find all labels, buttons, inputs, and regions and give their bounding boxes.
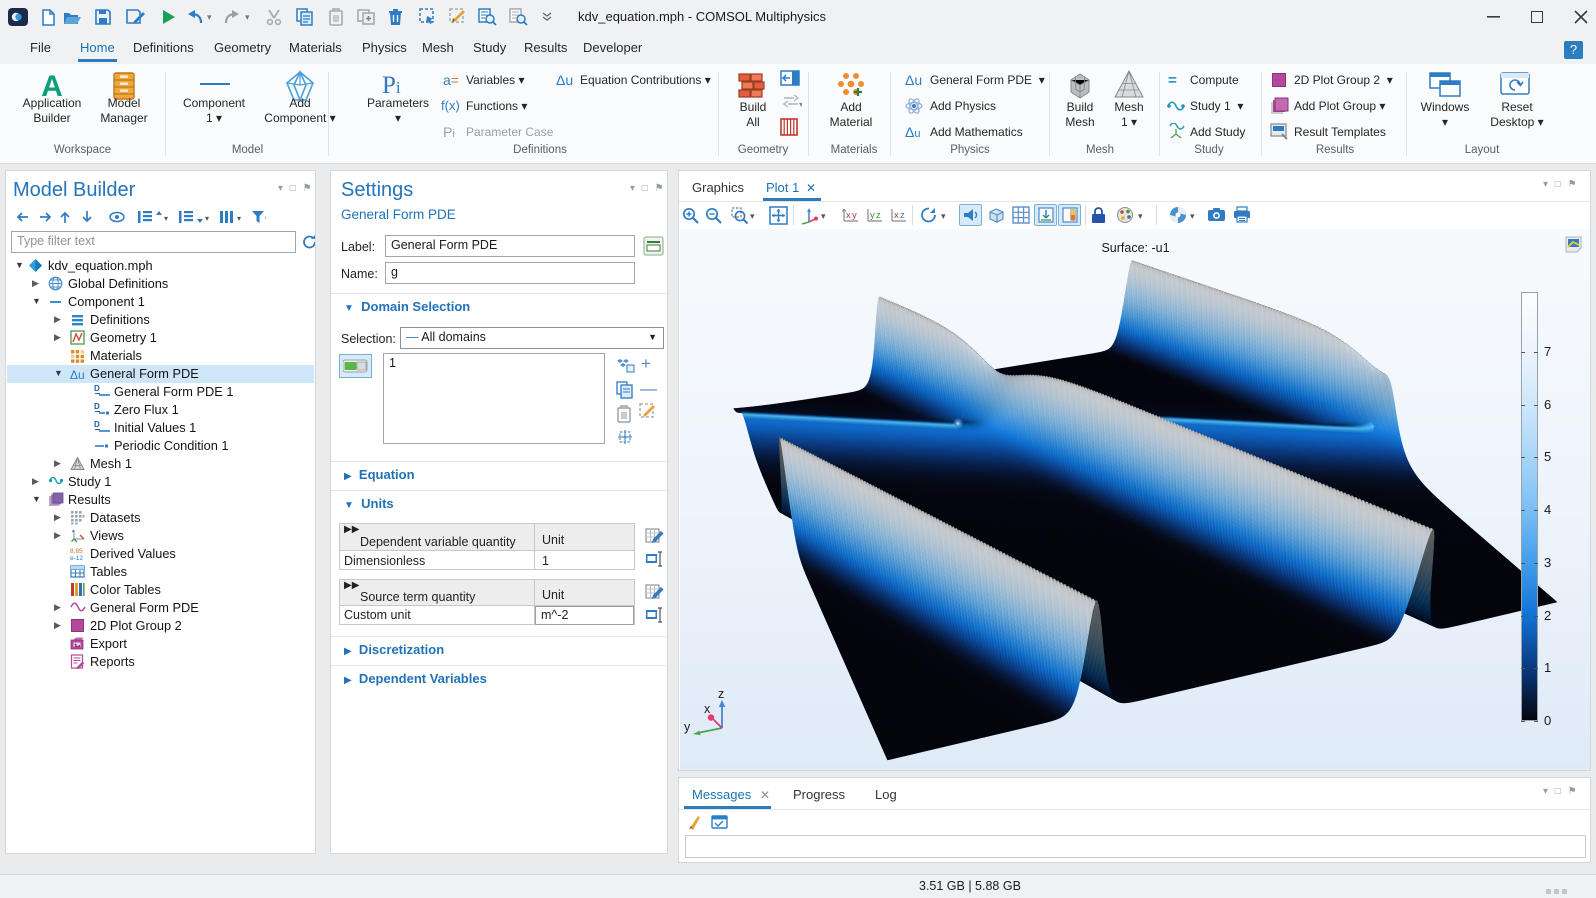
svg-text:▾: ▾ <box>205 214 209 223</box>
svg-text:8.85: 8.85 <box>70 548 83 555</box>
svg-text:y: y <box>870 210 875 221</box>
svg-text:y: y <box>684 720 691 734</box>
svg-text:x: x <box>704 702 711 716</box>
svg-text:▾: ▾ <box>237 214 241 223</box>
svg-text:D: D <box>94 384 100 393</box>
svg-text:x: x <box>894 210 899 221</box>
svg-text:z: z <box>876 210 881 221</box>
svg-text:D: D <box>94 402 100 411</box>
svg-text:z: z <box>900 210 905 221</box>
svg-text:▾: ▾ <box>265 214 266 223</box>
svg-text:▾: ▾ <box>799 100 802 108</box>
svg-text:▾: ▾ <box>164 214 168 223</box>
svg-text:y: y <box>852 210 857 221</box>
svg-text:e-12: e-12 <box>70 555 83 561</box>
svg-text:x: x <box>846 210 851 221</box>
svg-text:z: z <box>718 687 724 701</box>
svg-text:D: D <box>94 420 100 429</box>
